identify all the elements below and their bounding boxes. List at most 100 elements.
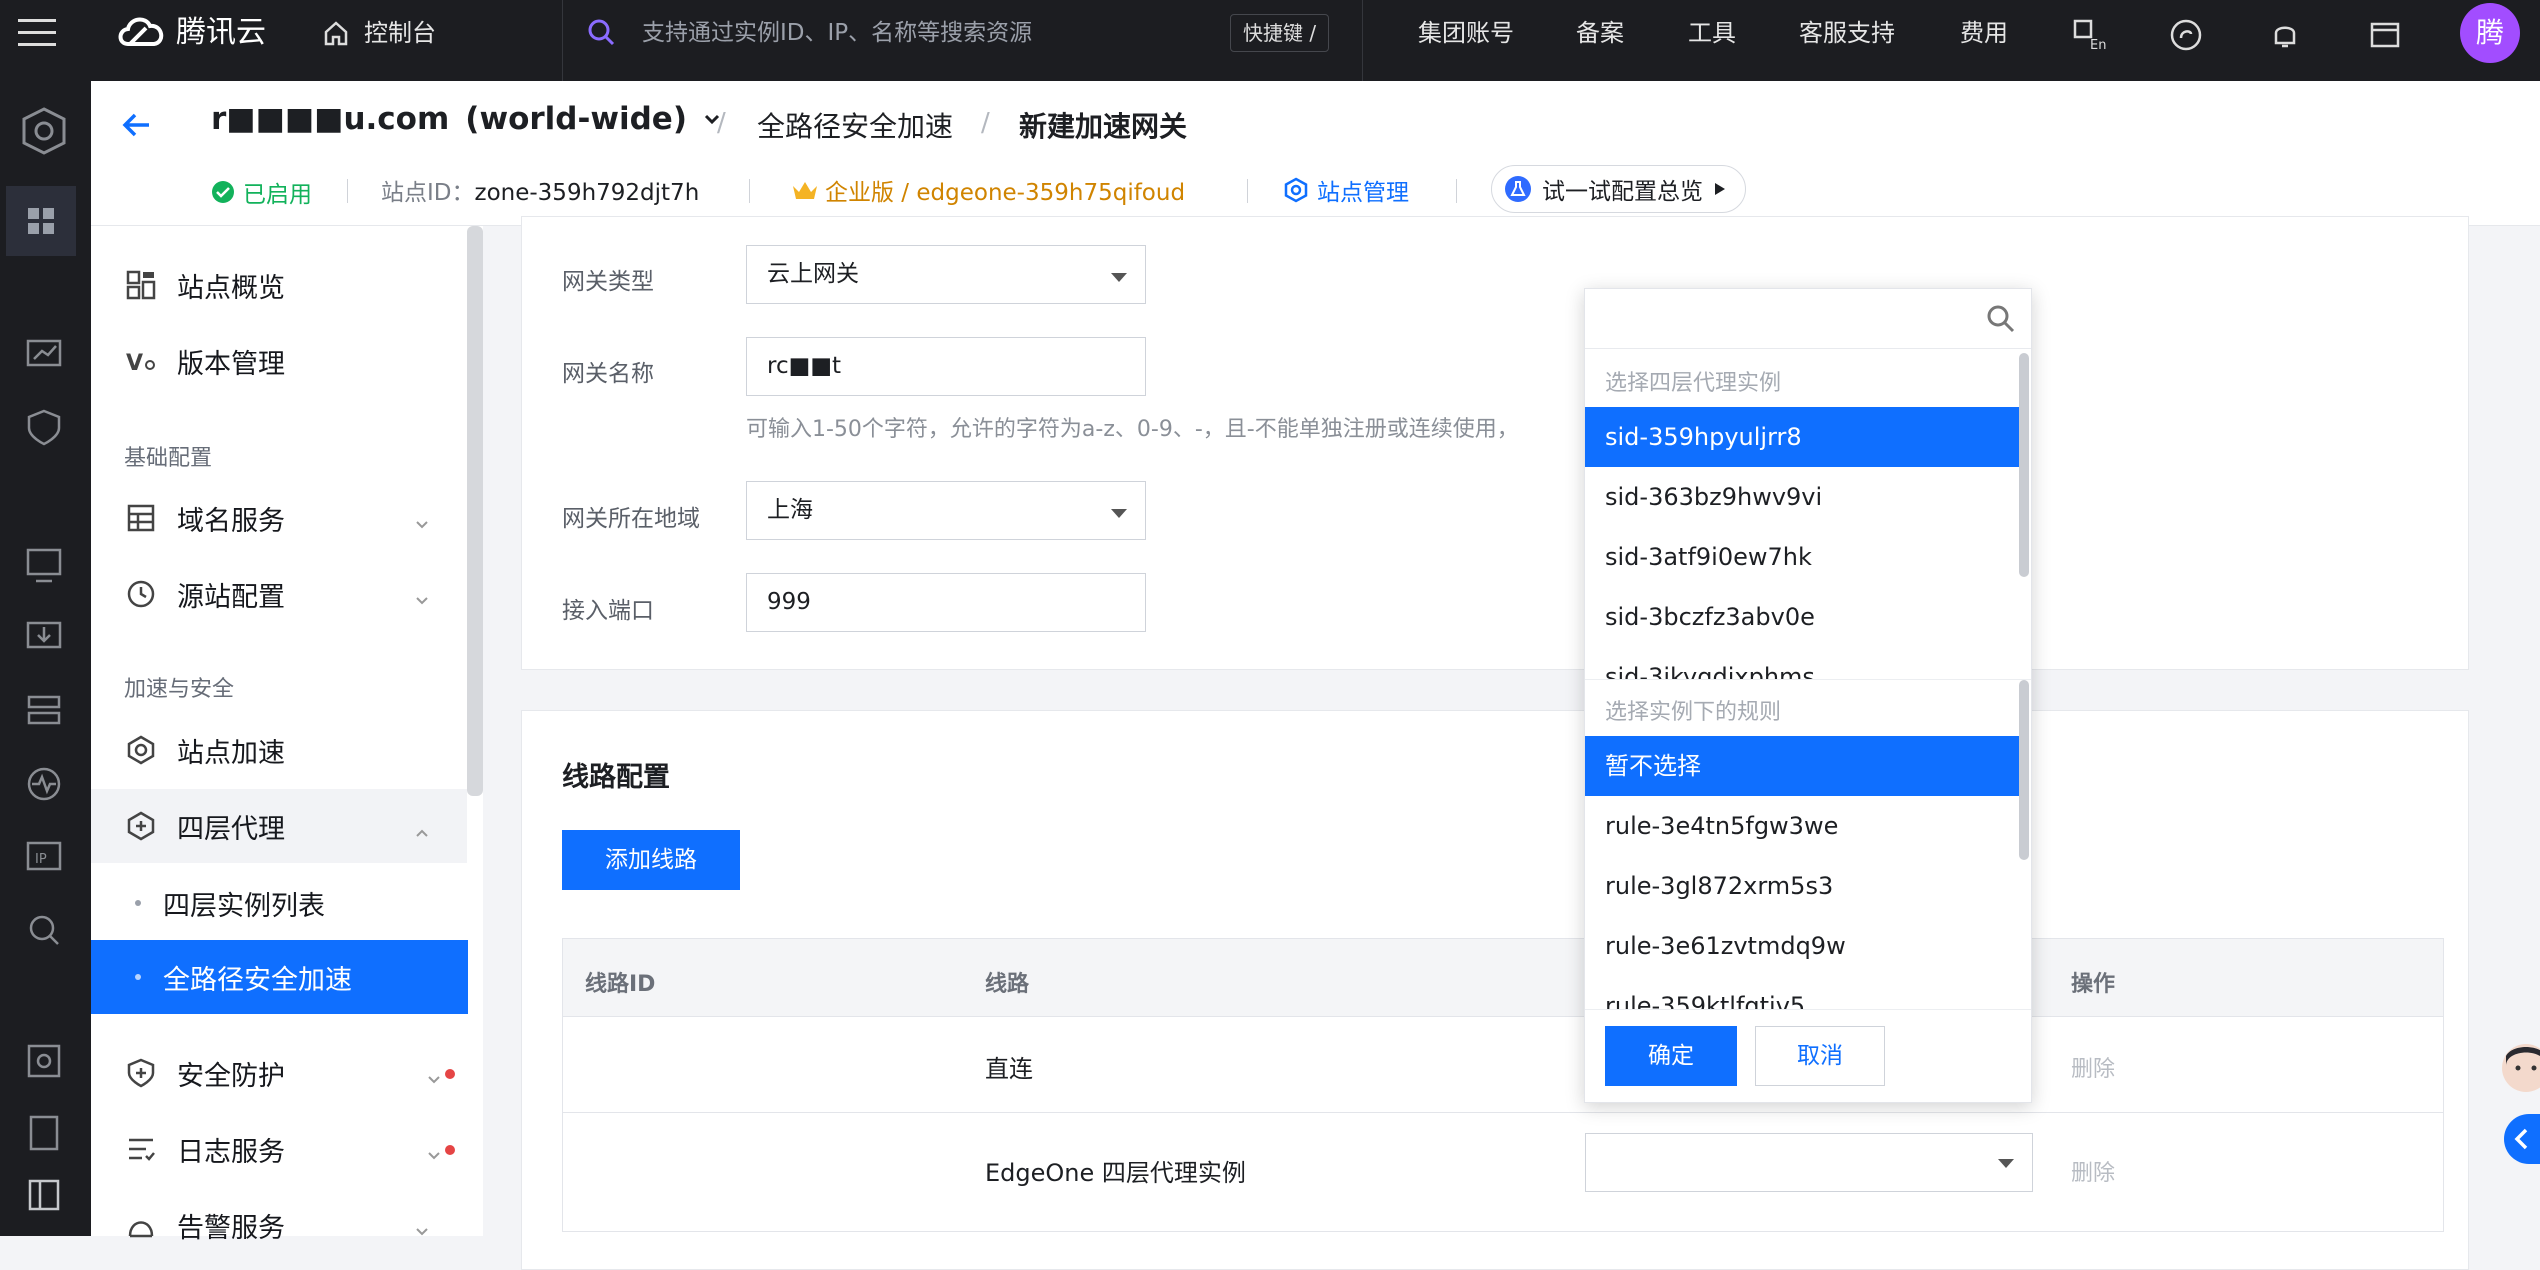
gateway-name-input[interactable]: rc■■t (746, 337, 1146, 396)
rail-item-dashboard-active[interactable] (6, 186, 76, 256)
rule-option[interactable]: rule-3gl872xrm5s3 (1585, 856, 2021, 916)
menu-icon[interactable] (18, 17, 58, 49)
line-table: 线路ID 线路 操作 直连 删除 EdgeOne 四层代理实例 删除 (562, 938, 2444, 1232)
plan-badge[interactable]: 企业版 / edgeone-359h75qifoud (791, 173, 1185, 207)
confirm-button[interactable]: 确定 (1605, 1026, 1737, 1086)
zone-selector[interactable]: r■■■■u.com (world-wide) (211, 101, 721, 137)
add-line-button[interactable]: 添加线路 (562, 830, 740, 890)
sidebar-item-site-acceleration[interactable]: 站点加速 (91, 713, 467, 787)
sidebar-scrollbar[interactable] (467, 226, 483, 796)
cancel-button[interactable]: 取消 (1755, 1026, 1885, 1086)
instance-option[interactable]: sid-3bczfz3abv0e (1585, 587, 2021, 647)
console-link[interactable]: 控制台 (364, 0, 436, 81)
sidebar-item-label: 四层实例列表 (163, 890, 325, 922)
sidebar-item-label: 站点加速 (177, 737, 285, 769)
doc-icon[interactable] (22, 1111, 66, 1155)
search-icon[interactable] (1985, 303, 2017, 335)
sidebar-item-site-overview[interactable]: 站点概览 (91, 248, 467, 322)
brand-name[interactable]: 腾讯云 (176, 0, 266, 81)
grid-icon (123, 267, 159, 303)
workorder-icon[interactable] (2368, 18, 2402, 52)
assistant-avatar[interactable] (2500, 1042, 2540, 1094)
ip-icon[interactable]: IP (22, 835, 66, 879)
sidebar-item-domain-service[interactable]: 域名服务 (91, 481, 467, 555)
shield-icon[interactable] (22, 406, 66, 450)
history-icon (123, 576, 159, 612)
sidebar-item-full-path-acceleration[interactable]: 全路径安全加速 (91, 940, 468, 1014)
rule-list-scrollbar[interactable] (2019, 680, 2029, 860)
sidebar-item-security-protection[interactable]: 安全防护 (91, 1036, 467, 1110)
sidebar-item-version-manage[interactable]: V 版本管理 (91, 324, 467, 398)
home-icon[interactable] (322, 19, 350, 47)
instance-option[interactable]: sid-3ikygdixphms (1585, 647, 2021, 679)
try-button-label: 试一试配置总览 (1542, 179, 1703, 205)
rule-option[interactable]: rule-3e61zvtmdq9w (1585, 916, 2021, 976)
gateway-name-label: 网关名称 (562, 361, 654, 387)
column-header-action: 操作 (2071, 972, 2116, 997)
monitor-icon[interactable] (22, 543, 66, 587)
avatar[interactable]: 腾 (2460, 3, 2520, 63)
sidebar-item-label: 源站配置 (177, 581, 285, 613)
rule-option[interactable]: rule-3e4tn5fgw3we (1585, 796, 2021, 856)
chart-icon[interactable] (22, 333, 66, 377)
try-config-overview-button[interactable]: 试一试配置总览 (1491, 165, 1746, 213)
instance-option[interactable]: sid-363bz9hwv9vi (1585, 467, 2021, 527)
chevron-up-icon (415, 816, 429, 837)
nav-billing[interactable]: 费用 (1960, 0, 2008, 81)
miniprogram-icon[interactable] (2169, 18, 2203, 52)
port-input[interactable]: 999 (746, 573, 1146, 632)
breadcrumb-separator: / (717, 108, 726, 138)
delete-link[interactable]: 删除 (2071, 1051, 2115, 1083)
table-row: EdgeOne 四层代理实例 删除 (563, 1113, 2443, 1231)
pulse-icon[interactable] (22, 762, 66, 806)
gateway-type-select[interactable]: 云上网关 (746, 245, 1146, 304)
line-name-cell: 直连 (985, 1055, 1033, 1083)
sidebar-item-origin-config[interactable]: 源站配置 (91, 557, 467, 631)
bell-icon[interactable] (2268, 18, 2302, 52)
sidebar-item-l4-instance-list[interactable]: 四层实例列表 (91, 866, 467, 940)
site-manage-link[interactable]: 站点管理 (1283, 173, 1409, 207)
search-icon[interactable] (586, 17, 616, 47)
bullet-dot-icon (135, 900, 141, 906)
instance-option[interactable]: sid-359hpyuljrr8 (1585, 407, 2021, 467)
sidebar-item-l4-proxy[interactable]: 四层代理 (91, 789, 467, 863)
sidebar-item-alert-service[interactable]: 告警服务 (91, 1188, 467, 1262)
region-select[interactable]: 上海 (746, 481, 1146, 540)
settings-icon[interactable] (22, 1039, 66, 1083)
search-icon[interactable] (22, 908, 66, 952)
rule-option[interactable]: 暂不选择 (1585, 736, 2021, 796)
rule-option[interactable]: rule-359ktlfqtiv5 (1585, 976, 2021, 1009)
chevron-down-icon (415, 1215, 429, 1236)
sidebar-item-log-service[interactable]: 日志服务 (91, 1112, 467, 1186)
global-search-input[interactable]: 支持通过实例ID、IP、名称等搜索资源 (642, 0, 1032, 81)
back-arrow-icon[interactable] (119, 107, 155, 143)
shield-plus-icon (123, 1055, 159, 1091)
breadcrumb-full-path-acceleration[interactable]: 全路径安全加速 (757, 105, 953, 145)
nav-tools[interactable]: 工具 (1688, 0, 1736, 81)
delete-link[interactable]: 删除 (2071, 1155, 2115, 1187)
nav-group-account[interactable]: 集团账号 (1418, 0, 1514, 81)
shortcut-badge[interactable]: 快捷键 / (1230, 14, 1330, 52)
tencent-cloud-logo-icon[interactable] (116, 14, 168, 50)
expand-side-panel-button[interactable] (2504, 1114, 2540, 1164)
instance-rule-select[interactable] (1585, 1133, 2033, 1192)
gateway-form-card: 网关类型 云上网关 网关名称 rc■■t 可输入1-50个字符，允许的字符为a-… (521, 216, 2469, 670)
chevron-down-icon (415, 584, 429, 605)
collapse-panel-icon[interactable] (22, 1173, 66, 1217)
language-icon[interactable]: En (2072, 18, 2106, 53)
instance-list-scrollbar[interactable] (2019, 353, 2029, 577)
instance-rule-dropdown: 选择四层代理实例 sid-359hpyuljrr8 sid-363bz9hwv9… (1584, 288, 2032, 1103)
chevron-down-icon (427, 1139, 441, 1160)
download-icon[interactable] (22, 616, 66, 660)
server-icon[interactable] (22, 689, 66, 733)
sidebar-item-label: 版本管理 (177, 348, 285, 380)
edgeone-product-icon[interactable] (18, 105, 70, 157)
instance-option[interactable]: sid-3atf9i0ew7hk (1585, 527, 2021, 587)
nav-filing[interactable]: 备案 (1576, 0, 1624, 81)
zone-id-value: zone-359h792djt7h (474, 180, 700, 206)
sidebar-item-label: 安全防护 (177, 1060, 285, 1092)
sidebar-item-label: 域名服务 (177, 505, 285, 537)
sidebar: 站点概览 V 版本管理 基础配置 域名服务 源站配置 加速与安全 站点加速 四层… (91, 226, 483, 1244)
dropdown-search-input[interactable] (1585, 289, 2031, 349)
nav-support[interactable]: 客服支持 (1799, 0, 1895, 81)
